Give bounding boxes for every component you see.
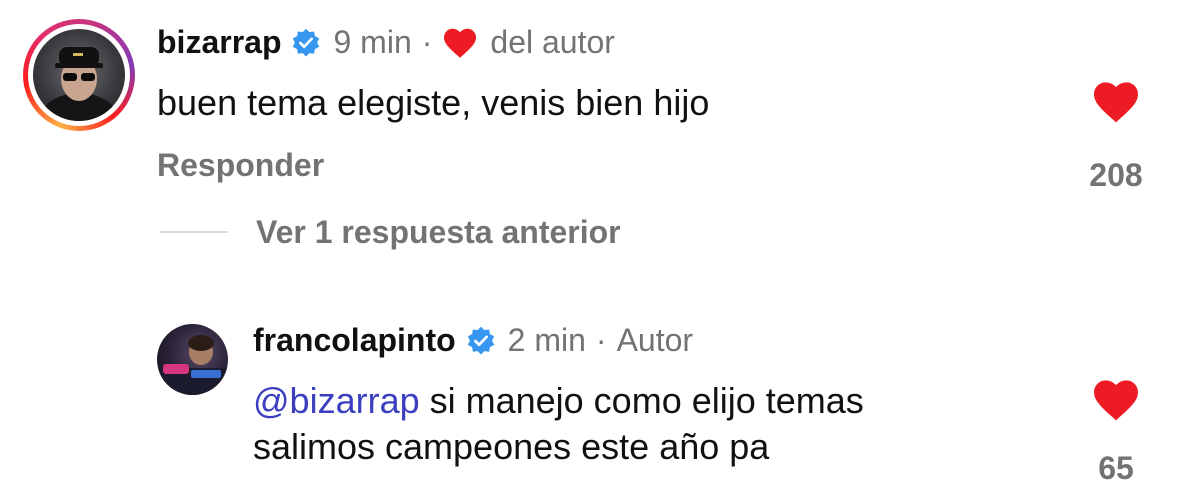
comment-text: @bizarrap si manejo como elijo temas sal… [253,378,1053,470]
mention-link[interactable]: @bizarrap [253,380,420,421]
like-heart-icon[interactable] [1091,378,1141,422]
like-count: 208 [1089,157,1143,193]
comment-text-line-1: si manejo como elijo temas [419,380,864,421]
meta-separator: · [595,322,607,358]
username[interactable]: francolapinto [253,322,456,359]
author-liked-heart-icon [444,28,477,58]
comment-text: buen tema elegiste, venis bien hijo [157,82,710,123]
author-liked-label: del autor [490,24,615,60]
avatar-bizarrap[interactable] [23,19,135,131]
replies-divider [160,231,228,233]
avatar-photo [33,29,125,121]
avatar-figure-icon [39,47,119,121]
comment-header: bizarrap 9 min · del autor [157,24,615,61]
reply-button[interactable]: Responder [157,147,324,184]
comment-text-line-2: salimos campeones este año pa [253,426,770,467]
like-count: 65 [1098,450,1134,486]
comment-time: 2 min [507,322,586,358]
username[interactable]: bizarrap [157,24,281,61]
verified-badge-icon [467,326,494,354]
view-previous-replies-button[interactable]: Ver 1 respuesta anterior [256,214,621,251]
avatar-figure-icon [157,335,228,395]
comment-time: 9 min [333,24,412,60]
meta-separator: · [421,24,433,60]
avatar-francolapinto[interactable] [157,324,228,395]
author-label: Autor [616,322,694,358]
like-heart-icon[interactable] [1091,80,1141,124]
verified-badge-icon [293,28,320,56]
comment-header: francolapinto 2 min · Autor [253,322,693,359]
